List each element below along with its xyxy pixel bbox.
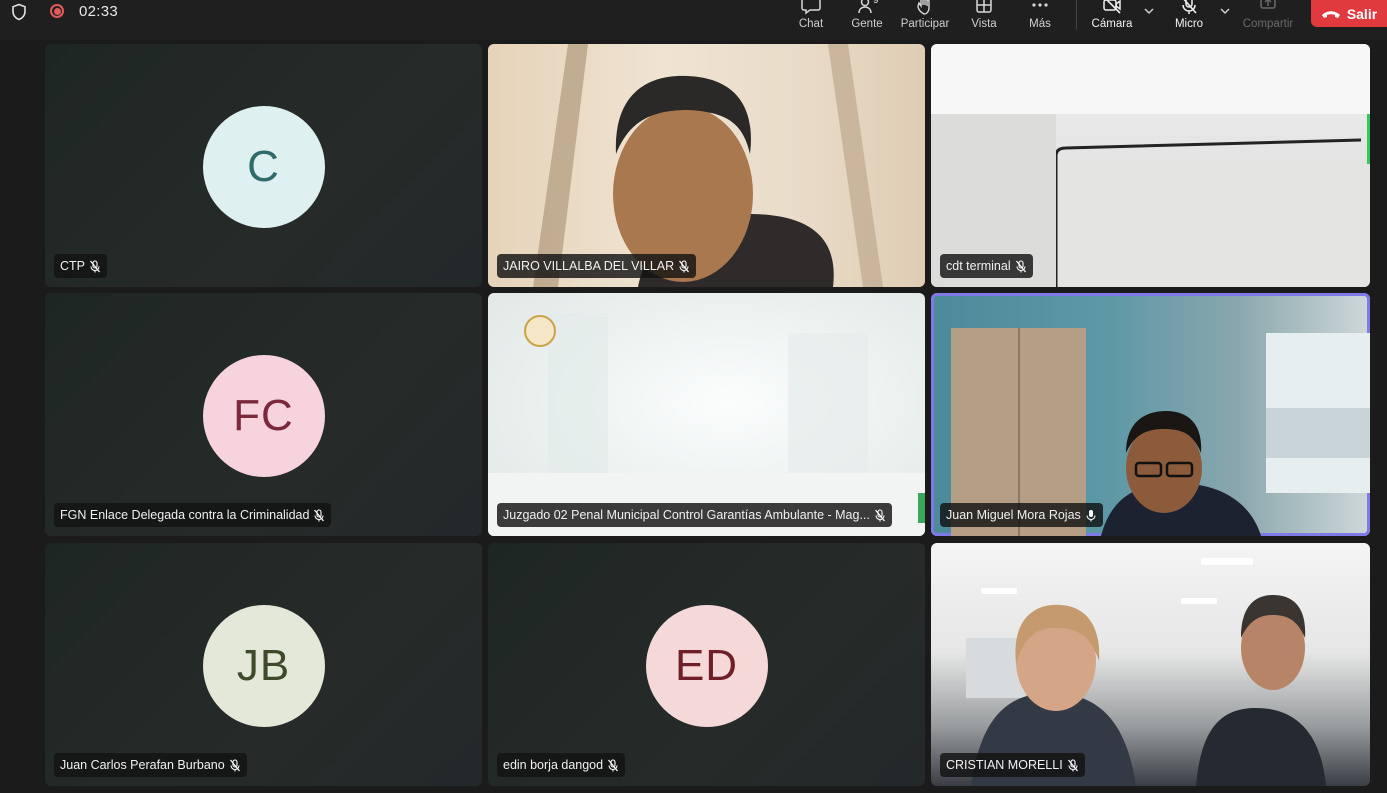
participant-name: Juan Carlos Perafan Burbano [60, 758, 225, 772]
participant-tile-ctp[interactable]: C CTP [45, 44, 482, 287]
view-label: Vista [971, 18, 997, 30]
avatar: ED [645, 604, 768, 727]
participant-name: Juzgado 02 Penal Municipal Control Garan… [503, 508, 870, 522]
participant-name-tag: CTP [54, 254, 107, 278]
participant-name-tag: Juan Carlos Perafan Burbano [54, 753, 247, 777]
avatar: C [202, 105, 325, 228]
avatar: JB [202, 604, 325, 727]
mic-muted-icon [90, 259, 100, 272]
mic-on-icon [1086, 509, 1096, 521]
view-button[interactable]: Vista [968, 0, 1000, 38]
participant-name-tag: edin borja dangod [497, 753, 626, 777]
share-button[interactable]: Compartir [1240, 0, 1296, 38]
participant-name: CTP [60, 259, 85, 273]
leave-button[interactable]: Salir [1311, 0, 1387, 27]
participant-tile-juan-carlos[interactable]: JB Juan Carlos Perafan Burbano [45, 543, 482, 786]
leave-label: Salir [1346, 5, 1378, 22]
hang-up-phone-icon [1321, 10, 1340, 18]
share-label: Compartir [1242, 18, 1294, 30]
raise-hand-icon [917, 0, 930, 15]
virtual-background-hallway [488, 313, 925, 536]
share-screen-icon [1260, 0, 1276, 9]
participant-name-tag: Juan Miguel Mora Rojas [940, 503, 1103, 527]
react-label: Participar [900, 18, 950, 30]
meeting-timer: 02:33 [79, 3, 119, 20]
mic-muted-icon [608, 758, 619, 771]
camera-options-chevron-icon[interactable] [1142, 4, 1156, 18]
participant-name: CRISTIAN MORELLI [946, 758, 1063, 772]
mic-muted-icon [874, 508, 885, 521]
mic-off-icon [1182, 0, 1197, 14]
mic-muted-icon [314, 508, 325, 521]
mic-options-chevron-icon[interactable] [1218, 4, 1232, 18]
participant-name-tag: JAIRO VILLALBA DEL VILLAR [497, 254, 697, 278]
chat-button[interactable]: Chat [795, 0, 827, 38]
mic-muted-icon [679, 259, 690, 272]
camera-button[interactable]: Cámara [1091, 0, 1133, 38]
more-label: Más [1029, 18, 1051, 30]
participant-name-tag: CRISTIAN MORELLI [940, 753, 1085, 777]
more-button[interactable]: Más [1026, 0, 1054, 38]
camera-label: Cámara [1091, 18, 1133, 30]
participant-name: FGN Enlace Delegada contra la Criminalid… [60, 508, 310, 522]
video-feed [951, 328, 1370, 536]
security-shield-icon[interactable] [10, 3, 28, 21]
recording-indicator-icon[interactable] [50, 4, 64, 18]
participant-tile-jairo[interactable]: JAIRO VILLALBA DEL VILLAR [488, 44, 925, 287]
participant-name-tag: cdt terminal [940, 254, 1033, 278]
mic-muted-icon [229, 758, 240, 771]
video-feed [931, 44, 1370, 287]
mic-muted-icon [1067, 758, 1078, 771]
mic-label: Micro [1174, 18, 1204, 30]
toolbar-divider [1076, 0, 1077, 30]
avatar: FC [202, 354, 325, 477]
camera-off-icon [1103, 0, 1121, 14]
participant-name: JAIRO VILLALBA DEL VILLAR [503, 259, 675, 273]
mic-button[interactable]: Micro [1173, 0, 1205, 38]
grid-view-icon [976, 0, 992, 13]
participant-tile-cristian[interactable]: CRISTIAN MORELLI [931, 543, 1370, 786]
more-dots-icon [1032, 3, 1048, 7]
participant-tile-cdt-terminal[interactable]: cdt terminal [931, 44, 1370, 287]
participant-name-tag: FGN Enlace Delegada contra la Criminalid… [54, 503, 332, 527]
participant-name: edin borja dangod [503, 758, 604, 772]
chat-label: Chat [798, 18, 824, 30]
mic-muted-icon [1015, 259, 1026, 272]
people-label: Gente [851, 18, 883, 30]
participant-tile-juzgado[interactable]: Juzgado 02 Penal Municipal Control Garan… [488, 293, 925, 536]
participant-name: Juan Miguel Mora Rojas [946, 508, 1081, 522]
participant-name: cdt terminal [946, 259, 1011, 273]
people-count-badge: 9 [873, 0, 879, 6]
video-feed [966, 558, 1326, 786]
chat-icon [801, 0, 821, 15]
meeting-toolbar: 02:33 Chat 9 Gente Participar Vista Más … [0, 0, 1387, 40]
react-button[interactable]: Participar [900, 0, 950, 38]
participant-tile-edin[interactable]: ED edin borja dangod [488, 543, 925, 786]
participant-name-tag: Juzgado 02 Penal Municipal Control Garan… [497, 503, 892, 527]
video-feed [533, 44, 883, 287]
participant-tile-fgn[interactable]: FC FGN Enlace Delegada contra la Crimina… [45, 293, 482, 536]
people-button[interactable]: 9 Gente [850, 0, 884, 38]
participant-tile-juan-miguel[interactable]: Juan Miguel Mora Rojas [931, 293, 1370, 536]
